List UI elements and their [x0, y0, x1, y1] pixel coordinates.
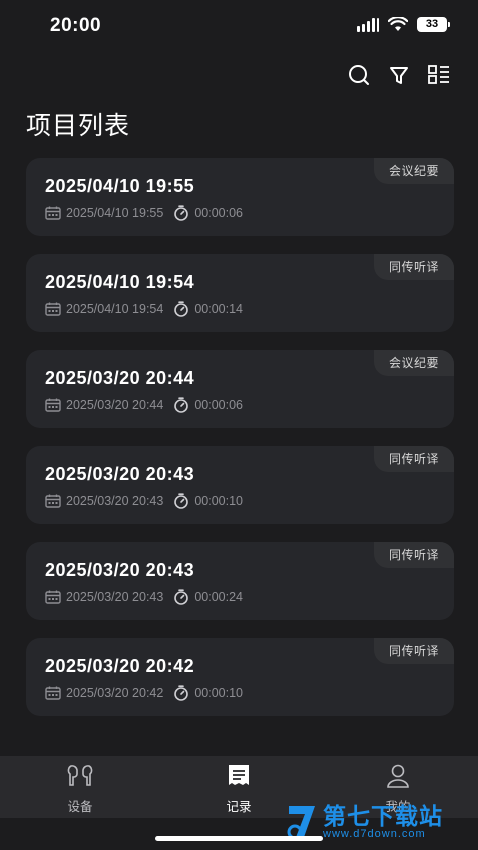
calendar-icon [45, 686, 61, 700]
stopwatch-icon [173, 589, 189, 605]
stopwatch-icon [173, 205, 189, 221]
record-duration: 00:00:06 [194, 206, 243, 220]
record-card[interactable]: 会议纪要 2025/03/20 20:44 2025/03/20 20:44 0… [26, 350, 454, 428]
record-duration: 00:00:14 [194, 302, 243, 316]
layout-toggle-button[interactable] [428, 64, 450, 86]
record-meta: 2025/03/20 20:42 00:00:10 [45, 685, 243, 701]
status-indicators: 33 [357, 17, 450, 32]
wifi-icon [388, 17, 408, 31]
record-duration: 00:00:06 [194, 398, 243, 412]
record-date: 2025/03/20 20:44 [66, 398, 164, 412]
record-date: 2025/04/10 19:54 [66, 302, 164, 316]
filter-icon [390, 67, 408, 84]
record-type-badge: 同传听译 [373, 254, 454, 280]
earbuds-icon [40, 762, 120, 790]
calendar-icon [45, 494, 61, 508]
record-meta: 2025/04/10 19:54 00:00:14 [45, 301, 243, 317]
filter-button[interactable] [388, 64, 410, 86]
layout-toggle-icon [428, 65, 449, 84]
record-type-badge: 同传听译 [373, 638, 454, 664]
record-type-badge: 同传听译 [373, 446, 454, 472]
calendar-icon [45, 590, 61, 604]
calendar-icon [45, 302, 61, 316]
record-title: 2025/03/20 20:43 [45, 464, 195, 484]
stopwatch-icon [173, 397, 189, 413]
watermark-text: 第七下载站 [323, 803, 443, 829]
battery-level: 33 [417, 17, 447, 32]
record-meta: 2025/03/20 20:43 00:00:10 [45, 493, 243, 509]
record-title: 2025/04/10 19:55 [45, 176, 195, 196]
calendar-icon [45, 206, 61, 220]
record-meta: 2025/03/20 20:44 00:00:06 [45, 397, 243, 413]
search-icon [349, 65, 369, 85]
record-date: 2025/03/20 20:42 [66, 686, 164, 700]
tab-records-label: 记录 [226, 800, 252, 814]
record-duration: 00:00:24 [194, 590, 243, 604]
profile-icon [358, 762, 438, 790]
stopwatch-icon [173, 685, 189, 701]
calendar-icon [45, 398, 61, 412]
record-meta: 2025/03/20 20:43 00:00:24 [45, 589, 243, 605]
tab-devices-label: 设备 [67, 800, 93, 814]
record-date: 2025/03/20 20:43 [66, 494, 164, 508]
record-card[interactable]: 同传听译 2025/03/20 20:43 2025/03/20 20:43 0… [26, 446, 454, 524]
cellular-signal-icon [357, 17, 379, 32]
record-card[interactable]: 同传听译 2025/04/10 19:54 2025/04/10 19:54 0… [26, 254, 454, 332]
record-type-badge: 会议纪要 [373, 158, 454, 184]
record-meta: 2025/04/10 19:55 00:00:06 [45, 205, 243, 221]
record-date: 2025/04/10 19:55 [66, 206, 164, 220]
search-button[interactable] [348, 64, 370, 86]
page-title: 项目列表 [26, 112, 131, 140]
record-card[interactable]: 同传听译 2025/03/20 20:42 2025/03/20 20:42 0… [26, 638, 454, 716]
tab-devices[interactable]: 设备 [40, 762, 120, 815]
notes-icon [199, 762, 279, 790]
record-title: 2025/03/20 20:42 [45, 656, 195, 676]
record-date: 2025/03/20 20:43 [66, 590, 164, 604]
battery-icon: 33 [417, 17, 450, 32]
record-type-badge: 会议纪要 [373, 350, 454, 376]
record-duration: 00:00:10 [194, 494, 243, 508]
toolbar [348, 64, 450, 86]
record-card[interactable]: 同传听译 2025/03/20 20:43 2025/03/20 20:43 0… [26, 542, 454, 620]
home-indicator[interactable] [155, 836, 323, 841]
stopwatch-icon [173, 301, 189, 317]
watermark-url: www.d7down.com [323, 828, 426, 840]
record-list: 会议纪要 2025/04/10 19:55 2025/04/10 19:55 0… [26, 158, 454, 734]
record-title: 2025/03/20 20:44 [45, 368, 195, 388]
stopwatch-icon [173, 493, 189, 509]
record-title: 2025/03/20 20:43 [45, 560, 195, 580]
record-title: 2025/04/10 19:54 [45, 272, 195, 292]
status-time: 20:00 [50, 15, 102, 36]
tab-records[interactable]: 记录 [199, 762, 279, 815]
record-type-badge: 同传听译 [373, 542, 454, 568]
status-bar: 20:00 33 [0, 0, 478, 52]
record-duration: 00:00:10 [194, 686, 243, 700]
record-card[interactable]: 会议纪要 2025/04/10 19:55 2025/04/10 19:55 0… [26, 158, 454, 236]
